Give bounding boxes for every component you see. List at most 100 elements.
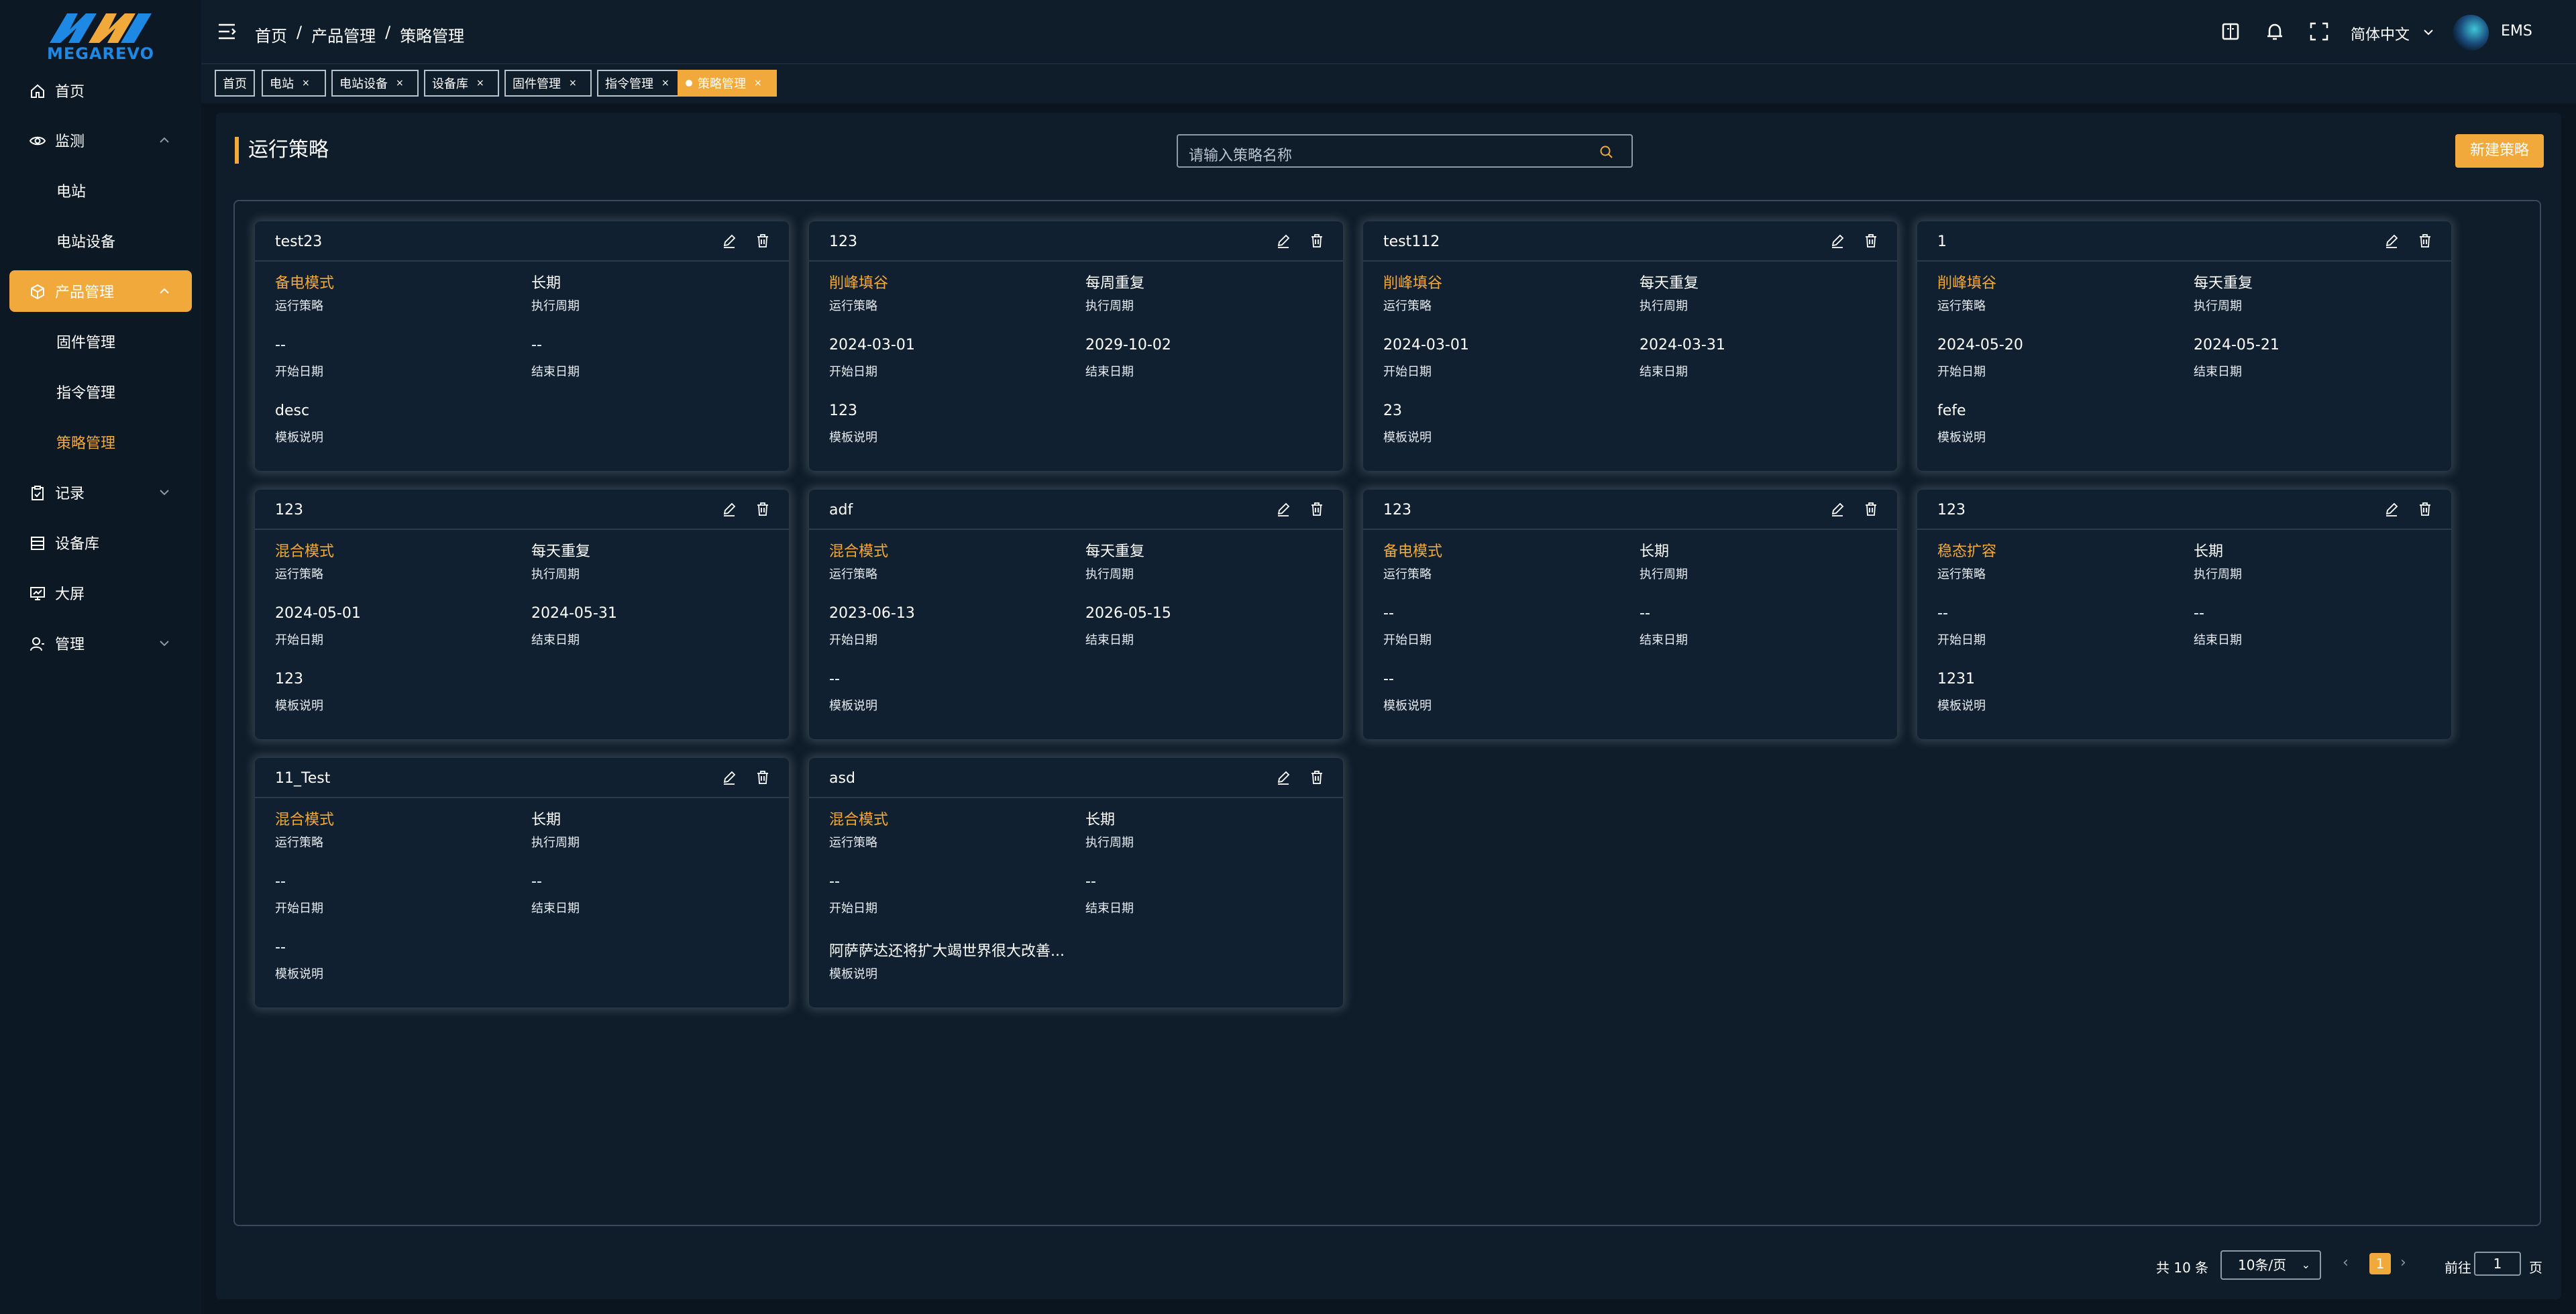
tab-close-icon[interactable]: × — [476, 78, 484, 89]
strategy-card[interactable]: asd 混合模式 运行策略 长期 执行周期 -- 开始日期 -- 结束日期 阿萨萨达还将扩大竭世界… — [809, 758, 1343, 1007]
sidebar-item-product-management[interactable]: 产品管理 — [9, 270, 192, 312]
delete-icon[interactable] — [1864, 233, 1878, 248]
sidebar-item-records[interactable]: 记录 — [9, 472, 192, 513]
sidebar-item-label: 监测 — [55, 133, 85, 150]
sidebar-item-firmware[interactable]: 固件管理 — [9, 321, 192, 362]
card-strategy-value: 备电模式 — [275, 275, 335, 292]
tab-station-devices[interactable]: 电站设备 × — [331, 70, 419, 97]
menu-collapse-icon[interactable] — [217, 23, 236, 40]
chevron-down-icon[interactable] — [2423, 28, 2434, 36]
card-cycle-value: 长期 — [2194, 543, 2224, 560]
delete-icon[interactable] — [755, 502, 770, 516]
goto-page-input[interactable]: 1 — [2474, 1252, 2521, 1276]
breadcrumb-product[interactable]: 产品管理 — [311, 23, 376, 46]
tab-station[interactable]: 电站 × — [262, 70, 326, 97]
tab-close-icon[interactable]: × — [302, 78, 310, 89]
sidebar-item-home[interactable]: 首页 — [9, 70, 192, 111]
edit-icon[interactable] — [2384, 502, 2399, 516]
sidebar-item-strategy[interactable]: 策略管理 — [9, 421, 192, 463]
user-name[interactable]: EMS — [2501, 23, 2532, 40]
page-title: 运行策略 — [235, 137, 329, 164]
strategy-card[interactable]: 123 备电模式 运行策略 长期 执行周期 -- 开始日期 -- 结束日期 -- 模板说明 — [1363, 490, 1897, 739]
delete-icon[interactable] — [1309, 770, 1324, 785]
search-icon[interactable] — [1599, 145, 1614, 160]
edit-icon[interactable] — [1276, 233, 1291, 248]
edit-icon[interactable] — [722, 233, 737, 248]
strategy-card[interactable]: 123 混合模式 运行策略 每天重复 执行周期 2024-05-01 开始日期 2024-05… — [255, 490, 789, 739]
sidebar-item-big-screen[interactable]: 大屏 — [9, 572, 192, 614]
card-start-label: 开始日期 — [1383, 633, 1432, 647]
sidebar-item-monitor[interactable]: 监测 — [9, 119, 192, 161]
tab-close-icon[interactable]: × — [661, 78, 669, 89]
card-header: asd — [809, 758, 1343, 798]
strategy-card[interactable]: 123 稳态扩容 运行策略 长期 执行周期 -- 开始日期 -- 结束日期 1231 模板说明 — [1917, 490, 2451, 739]
card-cycle-label: 执行周期 — [1085, 567, 1134, 582]
box-icon — [31, 284, 44, 300]
tab-home[interactable]: 首页 — [215, 70, 255, 97]
page-number-current[interactable]: 1 — [2369, 1253, 2391, 1274]
strategy-card[interactable]: test23 备电模式 运行策略 长期 执行周期 -- 开始日期 -- 结束日期 desc 模板说明 — [255, 221, 789, 471]
edit-icon[interactable] — [1276, 502, 1291, 516]
edit-icon[interactable] — [2384, 233, 2399, 248]
next-page-icon[interactable]: › — [2400, 1254, 2406, 1271]
card-cycle-label: 执行周期 — [531, 836, 580, 850]
book-icon[interactable] — [2220, 21, 2241, 42]
tab-firmware[interactable]: 固件管理 × — [504, 70, 592, 97]
card-title: 1 — [1937, 233, 1947, 250]
edit-icon[interactable] — [1830, 502, 1845, 516]
pagination-total: 共 10 条 — [2156, 1260, 2209, 1276]
card-start-label: 开始日期 — [829, 365, 877, 379]
tab-label: 固件管理 — [513, 77, 561, 91]
delete-icon[interactable] — [2418, 502, 2432, 516]
strategy-card[interactable]: 123 削峰填谷 运行策略 每周重复 执行周期 2024-03-01 开始日期 2029-10… — [809, 221, 1343, 471]
card-strategy-label: 运行策略 — [829, 299, 877, 313]
strategy-card[interactable]: 1 削峰填谷 运行策略 每天重复 执行周期 2024-05-20 开始日期 2024-05-2… — [1917, 221, 2451, 471]
card-header: adf — [809, 490, 1343, 530]
tab-close-icon[interactable]: × — [569, 78, 577, 89]
tab-close-icon[interactable]: × — [754, 78, 762, 89]
sidebar-item-device-library[interactable]: 设备库 — [9, 522, 192, 563]
delete-icon[interactable] — [1309, 233, 1324, 248]
monitor-icon — [30, 587, 45, 600]
brand-logo[interactable]: MEGAREVO — [47, 8, 154, 63]
fullscreen-icon[interactable] — [2309, 21, 2329, 42]
card-end-value: -- — [1085, 873, 1096, 890]
delete-icon[interactable] — [755, 770, 770, 785]
sidebar-item-commands[interactable]: 指令管理 — [9, 371, 192, 413]
card-end-label: 结束日期 — [1085, 633, 1134, 647]
card-start-label: 开始日期 — [275, 633, 323, 647]
prev-page-icon[interactable]: ‹ — [2343, 1254, 2349, 1271]
edit-icon[interactable] — [722, 502, 737, 516]
bell-icon[interactable] — [2265, 21, 2285, 42]
sidebar-item-station[interactable]: 电站 — [9, 170, 192, 211]
language-select[interactable]: 简体中文 — [2351, 23, 2410, 44]
delete-icon[interactable] — [2418, 233, 2432, 248]
strategy-card[interactable]: adf 混合模式 运行策略 每天重复 执行周期 2023-06-13 开始日期 2026-05… — [809, 490, 1343, 739]
search-input[interactable]: 请输入策略名称 — [1177, 134, 1633, 168]
tab-device-library[interactable]: 设备库 × — [424, 70, 499, 97]
delete-icon[interactable] — [755, 233, 770, 248]
card-end-label: 结束日期 — [2194, 633, 2242, 647]
strategy-card[interactable]: test112 削峰填谷 运行策略 每天重复 执行周期 2024-03-01 开始日期 202… — [1363, 221, 1897, 471]
strategy-card[interactable]: 11_Test 混合模式 运行策略 长期 执行周期 -- 开始日期 -- 结束日期 -- 模板说明 — [255, 758, 789, 1007]
tab-close-icon[interactable]: × — [396, 78, 404, 89]
card-strategy-value: 削峰填谷 — [829, 275, 889, 292]
edit-icon[interactable] — [722, 770, 737, 785]
sidebar-item-management[interactable]: 管理 — [9, 622, 192, 664]
sidebar-item-station-devices[interactable]: 电站设备 — [9, 220, 192, 262]
new-strategy-button[interactable]: 新建策略 — [2455, 134, 2544, 168]
sidebar-item-label: 大屏 — [55, 586, 85, 603]
tab-strategy[interactable]: 策略管理 × — [678, 70, 777, 97]
breadcrumb-home[interactable]: 首页 — [255, 23, 287, 46]
eye-icon — [30, 136, 46, 146]
card-header: 123 — [809, 221, 1343, 262]
sidebar-item-label: 电站设备 — [56, 234, 116, 251]
delete-icon[interactable] — [1309, 502, 1324, 516]
tab-commands[interactable]: 指令管理 × — [597, 70, 684, 97]
delete-icon[interactable] — [1864, 502, 1878, 516]
card-end-value: -- — [1640, 605, 1650, 622]
edit-icon[interactable] — [1830, 233, 1845, 248]
avatar[interactable] — [2453, 15, 2489, 51]
page-size-select[interactable]: 10条/页 ⌄ — [2220, 1250, 2321, 1280]
edit-icon[interactable] — [1276, 770, 1291, 785]
